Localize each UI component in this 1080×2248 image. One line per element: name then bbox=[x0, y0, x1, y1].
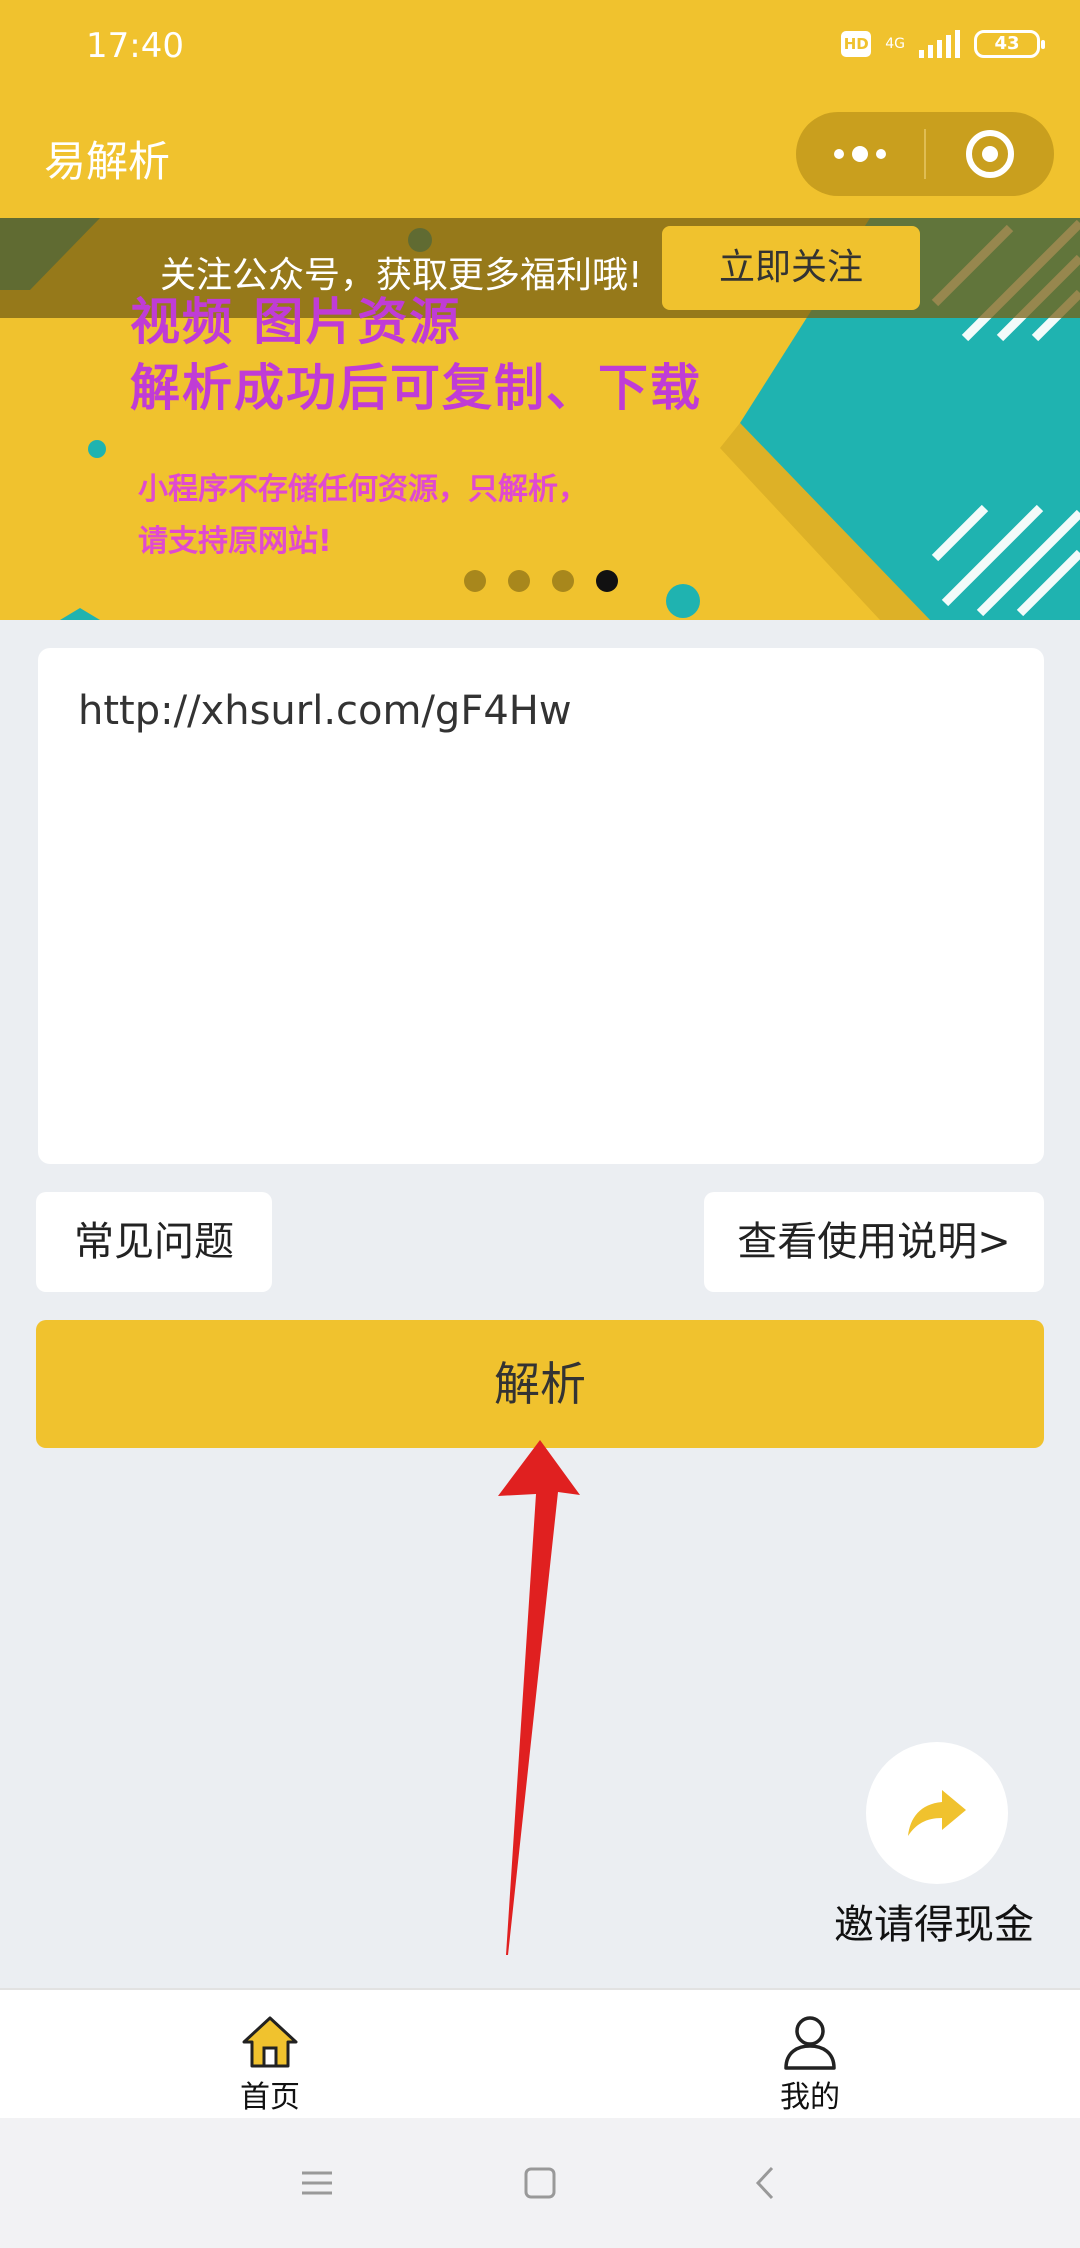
banner-note: 小程序不存储任何资源，只解析， bbox=[138, 472, 588, 507]
promo-banner[interactable]: 关注公众号，获取更多福利哦! 立即关注 视频 图片资源 解析成功后可复制、下载 … bbox=[0, 218, 1080, 620]
follow-button[interactable]: 立即关注 bbox=[662, 226, 920, 310]
tab-bar: 首页 我的 bbox=[0, 1988, 1080, 2118]
home-square-icon[interactable] bbox=[515, 2158, 565, 2208]
banner-headline: 解析成功后可复制、下载 bbox=[130, 359, 702, 417]
usage-guide-button[interactable]: 查看使用说明> bbox=[704, 1192, 1044, 1292]
carousel-dot[interactable] bbox=[552, 570, 574, 592]
carousel-dot[interactable] bbox=[508, 570, 530, 592]
share-icon bbox=[908, 1790, 966, 1836]
hd-icon: HD bbox=[841, 31, 872, 57]
network-type: 4G bbox=[885, 36, 905, 52]
carousel-indicator bbox=[464, 570, 618, 592]
status-icons: HD 4G 43 bbox=[841, 30, 1045, 58]
banner-headline: 视频 图片资源 bbox=[130, 293, 462, 351]
close-miniprogram-button[interactable] bbox=[926, 112, 1054, 196]
battery-icon: 43 bbox=[974, 30, 1045, 58]
tab-mine[interactable]: 我的 bbox=[710, 1990, 910, 2120]
miniprogram-capsule bbox=[796, 112, 1054, 196]
more-dot-icon bbox=[876, 149, 886, 159]
invite-button[interactable] bbox=[866, 1742, 1008, 1884]
banner-note: 请支持原网站! bbox=[138, 524, 332, 559]
signal-icon bbox=[919, 30, 960, 58]
red-arrow-annotation bbox=[498, 1440, 580, 1955]
faq-button[interactable]: 常见问题 bbox=[36, 1192, 272, 1292]
tab-home[interactable]: 首页 bbox=[170, 1990, 370, 2120]
parse-button[interactable]: 解析 bbox=[36, 1320, 1044, 1448]
more-menu-button[interactable] bbox=[796, 112, 924, 196]
header-bar: 17:40 HD 4G 43 易解析 bbox=[0, 0, 1080, 218]
menu-icon[interactable] bbox=[292, 2158, 342, 2208]
tab-mine-label: 我的 bbox=[780, 2080, 840, 2115]
status-time: 17:40 bbox=[86, 26, 184, 66]
more-dot-icon bbox=[834, 149, 844, 159]
carousel-dot-active[interactable] bbox=[596, 570, 618, 592]
home-icon bbox=[242, 2016, 298, 2068]
carousel-dot[interactable] bbox=[464, 570, 486, 592]
url-textarea[interactable]: http://xhsurl.com/gF4Hw bbox=[38, 648, 1044, 1164]
target-icon bbox=[966, 130, 1014, 178]
url-input-value: http://xhsurl.com/gF4Hw bbox=[78, 688, 572, 734]
back-icon[interactable] bbox=[742, 2158, 792, 2208]
invite-label: 邀请得现金 bbox=[834, 1902, 1034, 1948]
more-dot-icon bbox=[852, 146, 868, 162]
user-icon bbox=[784, 2016, 836, 2070]
page-title: 易解析 bbox=[44, 137, 171, 186]
system-nav-bar bbox=[0, 2118, 1080, 2248]
tab-home-label: 首页 bbox=[240, 2080, 300, 2115]
